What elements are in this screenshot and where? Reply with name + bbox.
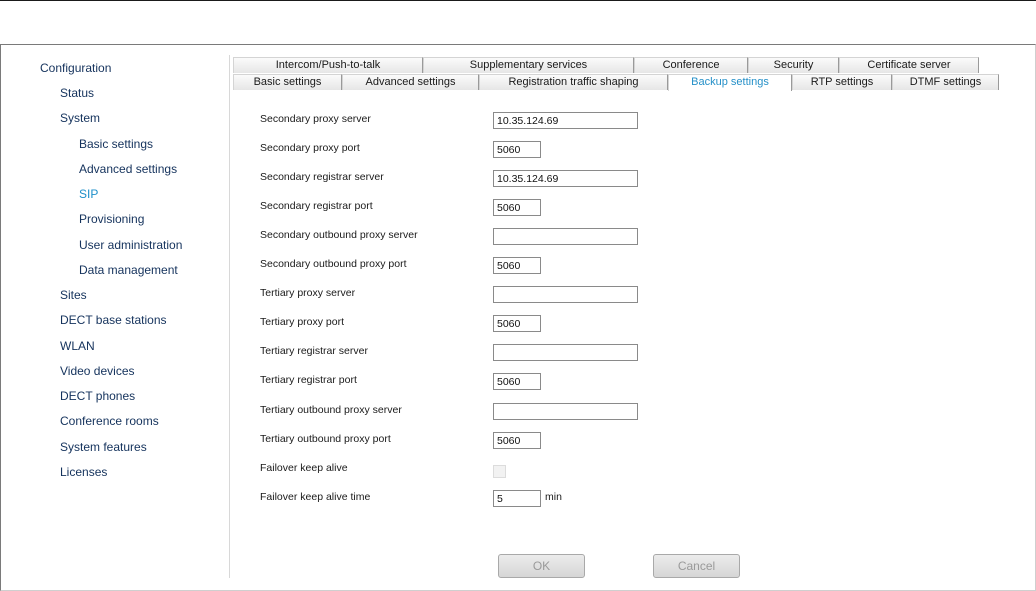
tab-conference[interactable]: Conference	[634, 57, 748, 73]
tab-backup-settings[interactable]: Backup settings	[668, 74, 792, 91]
sidebar-item-sip[interactable]: SIP	[79, 187, 98, 201]
sidebar-item-dect-base-stations[interactable]: DECT base stations	[60, 313, 167, 327]
secondary-registrar-server-label: Secondary registrar server	[260, 171, 384, 183]
failover-keep-alive-label: Failover keep alive	[260, 462, 348, 474]
failover-keep-alive-time-label: Failover keep alive time	[260, 491, 371, 503]
secondary-registrar-port-label: Secondary registrar port	[260, 200, 373, 212]
tab-registration-traffic-shaping[interactable]: Registration traffic shaping	[479, 74, 668, 90]
sidebar-item-licenses[interactable]: Licenses	[60, 465, 107, 479]
failover-keep-alive-time-input[interactable]	[493, 490, 541, 507]
tertiary-outbound-proxy-port-label: Tertiary outbound proxy port	[260, 433, 391, 445]
secondary-proxy-server-input[interactable]	[493, 112, 638, 129]
tertiary-outbound-proxy-server-input[interactable]	[493, 403, 638, 420]
sidebar-item-provisioning[interactable]: Provisioning	[79, 212, 144, 226]
sidebar-item-sites[interactable]: Sites	[60, 288, 87, 302]
sidebar-item-advanced-settings[interactable]: Advanced settings	[79, 162, 177, 176]
failover-keep-alive-time-unit: min	[545, 491, 562, 503]
tab-basic-settings[interactable]: Basic settings	[233, 74, 342, 90]
sidebar-divider	[229, 55, 230, 578]
tertiary-proxy-server-label: Tertiary proxy server	[260, 287, 356, 299]
sidebar-item-basic-settings[interactable]: Basic settings	[79, 137, 153, 151]
tab-advanced-settings[interactable]: Advanced settings	[342, 74, 479, 90]
sidebar-item-user-administration[interactable]: User administration	[79, 238, 182, 252]
sidebar-item-dect-phones[interactable]: DECT phones	[60, 389, 135, 403]
tertiary-outbound-proxy-port-input[interactable]	[493, 432, 541, 449]
tab-security[interactable]: Security	[748, 57, 839, 73]
tertiary-registrar-port-input[interactable]	[493, 373, 541, 390]
tab-intercom-push-to-talk[interactable]: Intercom/Push-to-talk	[233, 57, 423, 73]
tab-dtmf-settings[interactable]: DTMF settings	[892, 74, 999, 90]
secondary-proxy-port-input[interactable]	[493, 141, 541, 158]
secondary-outbound-proxy-server-label: Secondary outbound proxy server	[260, 229, 418, 241]
tertiary-registrar-server-input[interactable]	[493, 344, 638, 361]
secondary-outbound-proxy-port-label: Secondary outbound proxy port	[260, 258, 407, 270]
tertiary-proxy-port-input[interactable]	[493, 315, 541, 332]
tertiary-registrar-server-label: Tertiary registrar server	[260, 345, 368, 357]
sidebar-item-data-management[interactable]: Data management	[79, 263, 178, 277]
tertiary-proxy-port-label: Tertiary proxy port	[260, 316, 345, 328]
tab-rtp-settings[interactable]: RTP settings	[792, 74, 892, 90]
top-border-line	[0, 0, 1036, 1]
secondary-outbound-proxy-port-input[interactable]	[493, 257, 541, 274]
tab-certificate-server[interactable]: Certificate server	[839, 57, 979, 73]
ok-button[interactable]: OK	[498, 554, 585, 578]
failover-keep-alive-checkbox[interactable]	[493, 465, 506, 478]
tab-supplementary-services[interactable]: Supplementary services	[423, 57, 634, 73]
secondary-registrar-port-input[interactable]	[493, 199, 541, 216]
sidebar-item-status[interactable]: Status	[60, 86, 94, 100]
sidebar-item-video-devices[interactable]: Video devices	[60, 364, 135, 378]
sidebar-item-system-features[interactable]: System features	[60, 440, 147, 454]
cancel-button[interactable]: Cancel	[653, 554, 740, 578]
secondary-proxy-server-label: Secondary proxy server	[260, 113, 371, 125]
tertiary-outbound-proxy-server-label: Tertiary outbound proxy server	[260, 404, 402, 416]
secondary-registrar-server-input[interactable]	[493, 170, 638, 187]
secondary-outbound-proxy-server-input[interactable]	[493, 228, 638, 245]
sidebar-item-configuration[interactable]: Configuration	[40, 61, 111, 75]
tertiary-proxy-server-input[interactable]	[493, 286, 638, 303]
sidebar-item-system[interactable]: System	[60, 111, 100, 125]
tertiary-registrar-port-label: Tertiary registrar port	[260, 374, 357, 386]
sidebar-item-wlan[interactable]: WLAN	[60, 339, 95, 353]
secondary-proxy-port-label: Secondary proxy port	[260, 142, 360, 154]
sidebar-item-conference-rooms[interactable]: Conference rooms	[60, 414, 159, 428]
